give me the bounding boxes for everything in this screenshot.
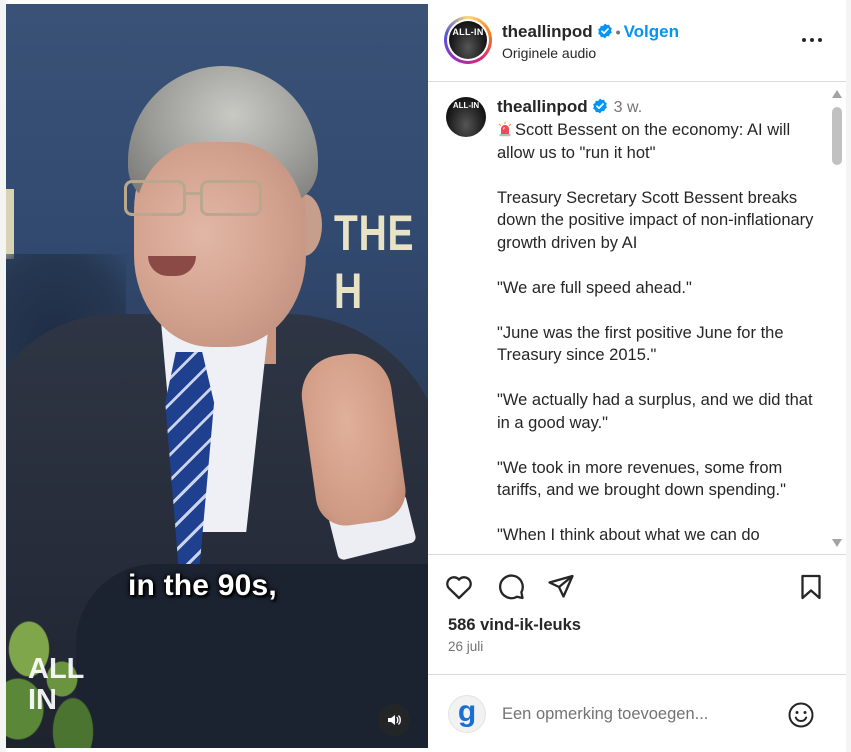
comment-icon[interactable] bbox=[496, 572, 526, 602]
avatar-logo-text: ALL-IN bbox=[452, 27, 484, 37]
right-border bbox=[846, 0, 851, 752]
post-panel: ALL-IN theallinpod • Volgen Originele aud… bbox=[428, 4, 846, 748]
comment-input[interactable] bbox=[502, 699, 772, 729]
scrollbar-thumb[interactable] bbox=[832, 107, 842, 165]
current-user-avatar: g bbox=[448, 695, 486, 733]
watermark-line-2: IN bbox=[28, 684, 57, 716]
speaker-glasses bbox=[116, 180, 262, 220]
like-count[interactable]: 586 vind-ik-leuks bbox=[448, 616, 581, 635]
caption-avatar[interactable]: ALL-IN bbox=[446, 97, 486, 137]
post-header: ALL-IN theallinpod • Volgen Originele aud… bbox=[428, 4, 846, 82]
video-caption: in the 90s, bbox=[128, 569, 277, 602]
verified-badge-icon bbox=[592, 98, 607, 114]
scrollbar[interactable] bbox=[828, 83, 846, 554]
caption-scroll-area[interactable]: ALL-IN theallinpod 3 w. Scott Bessent on… bbox=[428, 83, 846, 555]
more-options-icon bbox=[802, 38, 822, 42]
all-in-watermark: ALL IN bbox=[28, 654, 84, 716]
caption-paragraph-4: "June was the first positive June for th… bbox=[497, 323, 784, 365]
audio-link[interactable]: Originele audio bbox=[502, 45, 596, 61]
caption-paragraph-1: Scott Bessent on the economy: AI will al… bbox=[497, 121, 791, 162]
header-separator: • bbox=[615, 24, 621, 40]
scroll-up-arrow-icon[interactable] bbox=[831, 89, 843, 99]
follow-button[interactable]: Volgen bbox=[624, 22, 679, 41]
siren-emoji-icon bbox=[498, 121, 512, 137]
post-date[interactable]: 26 juli bbox=[448, 639, 483, 654]
caption-user-row: theallinpod 3 w. bbox=[497, 97, 642, 117]
current-user-avatar-letter: g bbox=[457, 695, 477, 728]
caption-username[interactable]: theallinpod bbox=[497, 97, 588, 116]
caption-paragraph-7: "When I think about what we can do bbox=[497, 526, 760, 544]
backdrop-sign-text: THE H bbox=[334, 205, 415, 319]
profile-avatar[interactable]: ALL-IN bbox=[444, 16, 492, 64]
caption-paragraph-3: "We are full speed ahead." bbox=[497, 278, 692, 297]
header-user-row: theallinpod • Volgen bbox=[502, 22, 679, 42]
backdrop-sign-edge bbox=[6, 189, 14, 259]
caption-text: Scott Bessent on the economy: AI will al… bbox=[497, 119, 817, 554]
audio-icon bbox=[388, 715, 401, 725]
caption-time[interactable]: 3 w. bbox=[614, 99, 642, 116]
watermark-line-1: ALL bbox=[28, 653, 85, 685]
speaker-face-front bbox=[134, 142, 306, 347]
share-icon[interactable] bbox=[546, 572, 576, 602]
caption-paragraph: Scott Bessent on the economy: AI will al… bbox=[497, 119, 817, 164]
post-dialog: THE H in the 90s, ALL IN ALL-IN theallin… bbox=[0, 0, 851, 752]
post-actions: 586 vind-ik-leuks 26 juli bbox=[428, 556, 846, 654]
heart-icon[interactable] bbox=[444, 572, 474, 602]
bookmark-icon[interactable] bbox=[796, 572, 826, 602]
more-options-button[interactable] bbox=[798, 28, 826, 52]
add-comment-bar: g bbox=[428, 674, 846, 748]
emoji-icon[interactable] bbox=[786, 700, 816, 730]
caption-paragraph-2: Treasury Secretary Scott Bessent breaks … bbox=[497, 188, 814, 252]
verified-badge-icon bbox=[597, 23, 612, 39]
video-player[interactable]: THE H in the 90s, ALL IN bbox=[6, 4, 428, 748]
scroll-down-arrow-icon[interactable] bbox=[831, 538, 843, 548]
caption-avatar-logo-text: ALL-IN bbox=[452, 101, 480, 110]
caption-paragraph-5: "We actually had a surplus, and we did t… bbox=[497, 391, 813, 432]
audio-toggle-button[interactable] bbox=[378, 704, 410, 736]
caption-paragraph-6: "We took in more revenues, some from tar… bbox=[497, 458, 786, 500]
header-username[interactable]: theallinpod bbox=[502, 22, 593, 41]
